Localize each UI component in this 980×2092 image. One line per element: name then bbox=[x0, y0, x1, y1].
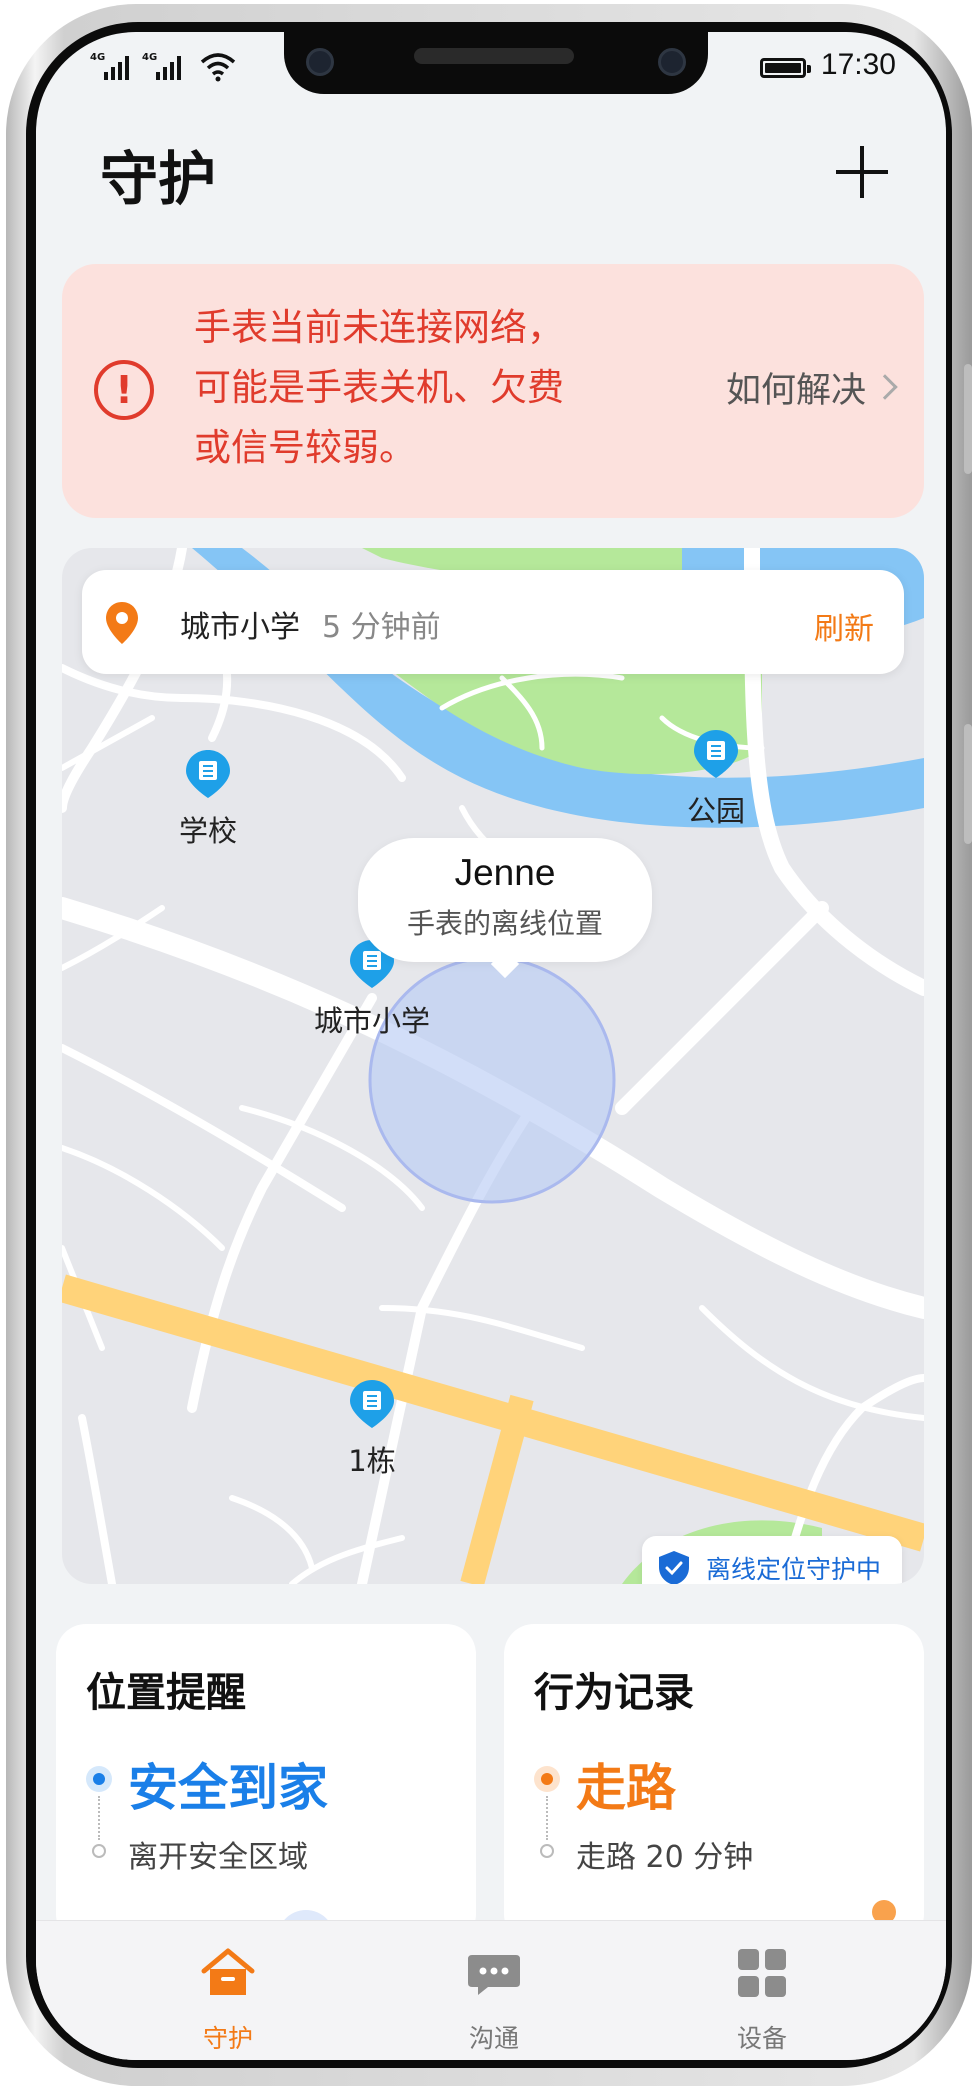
location-time-ago: 5 分钟前 bbox=[322, 610, 441, 645]
card-title: 位置提醒 bbox=[86, 1670, 246, 1716]
location-status-bar: 城市小学 5 分钟前 刷新 bbox=[82, 570, 904, 674]
page-title: 守护 bbox=[100, 145, 217, 213]
building-marker-icon bbox=[350, 1380, 394, 1428]
timeline-line bbox=[98, 1796, 100, 1840]
card-secondary-status: 走路 20 分钟 bbox=[576, 1840, 754, 1875]
nav-item-chat[interactable]: 沟通 bbox=[414, 1943, 574, 2055]
home-icon bbox=[201, 1948, 255, 1995]
bottom-nav: 守护 沟通 设备 bbox=[36, 1920, 946, 2060]
card-primary-status: 安全到家 bbox=[128, 1759, 328, 1817]
nav-label: 沟通 bbox=[468, 2024, 519, 2053]
refresh-button[interactable]: 刷新 bbox=[814, 604, 874, 648]
power-button bbox=[964, 724, 972, 844]
guard-badge-label: 离线定位守护中 bbox=[706, 1555, 882, 1584]
behavior-record-card[interactable]: 行为记录 走路 走路 20 分钟 bbox=[504, 1624, 924, 1944]
battery-icon bbox=[760, 58, 811, 78]
signal-icon: 4G bbox=[142, 52, 181, 80]
alert-message: 手表当前未连接网络，可能是手表关机、欠费或信号较弱。 bbox=[194, 306, 564, 469]
poi-label: 1栋 bbox=[348, 1444, 396, 1478]
signal-icon: 4G bbox=[90, 52, 129, 80]
notch bbox=[284, 32, 708, 94]
offline-guard-badge[interactable]: 离线定位守护中 bbox=[642, 1536, 902, 1584]
timeline-dot-icon bbox=[92, 1844, 106, 1858]
plus-icon[interactable] bbox=[834, 144, 890, 200]
poi-marker[interactable]: 1栋 bbox=[322, 1378, 422, 1480]
wifi-icon bbox=[200, 53, 236, 82]
poi-marker[interactable]: 公园 bbox=[666, 728, 766, 830]
location-pin-icon bbox=[106, 602, 138, 644]
location-place-name: 城市小学 bbox=[180, 610, 300, 645]
location-map[interactable]: 城市小学 5 分钟前 刷新 学校 公园 城市小学 1栋 Jenne 手表的离线位… bbox=[62, 548, 924, 1584]
watch-location-bubble[interactable]: Jenne 手表的离线位置 bbox=[358, 838, 652, 962]
shield-check-icon bbox=[659, 1551, 689, 1584]
network-type-label: 4G bbox=[90, 52, 106, 63]
poi-label: 学校 bbox=[178, 814, 237, 848]
screen: 4G 4G 17:30 守护 ! 手表当前未连接网络，可能是手表关机、欠费或信号… bbox=[36, 32, 946, 2060]
exclamation-icon: ! bbox=[94, 360, 154, 420]
poi-label: 城市小学 bbox=[313, 1004, 430, 1038]
bubble-subtitle: 手表的离线位置 bbox=[406, 907, 603, 940]
card-title: 行为记录 bbox=[534, 1670, 694, 1716]
status-bar: 4G 4G 17:30 bbox=[36, 32, 946, 124]
nav-label: 设备 bbox=[736, 2024, 787, 2053]
watch-owner-name: Jenne bbox=[454, 852, 556, 893]
chevron-right-icon bbox=[872, 374, 898, 400]
network-type-label: 4G bbox=[142, 52, 158, 63]
front-camera bbox=[658, 48, 686, 76]
timeline-dot-icon bbox=[534, 1766, 560, 1792]
poi-marker[interactable]: 学校 bbox=[158, 748, 258, 850]
card-primary-status: 走路 bbox=[576, 1759, 676, 1817]
chat-bubble-icon bbox=[468, 1955, 520, 1995]
card-secondary-status: 离开安全区域 bbox=[128, 1840, 308, 1875]
timeline-line bbox=[546, 1796, 548, 1840]
phone-frame: 4G 4G 17:30 守护 ! 手表当前未连接网络，可能是手表关机、欠费或信号… bbox=[6, 4, 972, 2086]
earpiece-speaker bbox=[414, 48, 574, 64]
offline-alert-banner[interactable]: ! 手表当前未连接网络，可能是手表关机、欠费或信号较弱。 如何解决 bbox=[62, 264, 924, 518]
timeline-dot-icon bbox=[86, 1766, 112, 1792]
timeline-dot-icon bbox=[540, 1844, 554, 1858]
location-reminder-card[interactable]: 位置提醒 .c0dot::after{} 安全到家 离开安全区域 bbox=[56, 1624, 476, 1944]
volume-button bbox=[964, 364, 972, 474]
nav-item-devices[interactable]: 设备 bbox=[682, 1943, 842, 2055]
clock: 17:30 bbox=[820, 48, 896, 81]
front-camera bbox=[306, 48, 334, 76]
map-background bbox=[62, 548, 924, 1584]
nav-item-guard[interactable]: 守护 bbox=[148, 1943, 308, 2055]
building-marker-icon bbox=[186, 750, 230, 798]
nav-label: 守护 bbox=[202, 2024, 253, 2053]
how-to-fix-link[interactable]: 如何解决 bbox=[726, 362, 866, 413]
grid-icon bbox=[738, 1949, 786, 1997]
poi-label: 公园 bbox=[686, 794, 745, 828]
building-marker-icon bbox=[694, 730, 738, 778]
